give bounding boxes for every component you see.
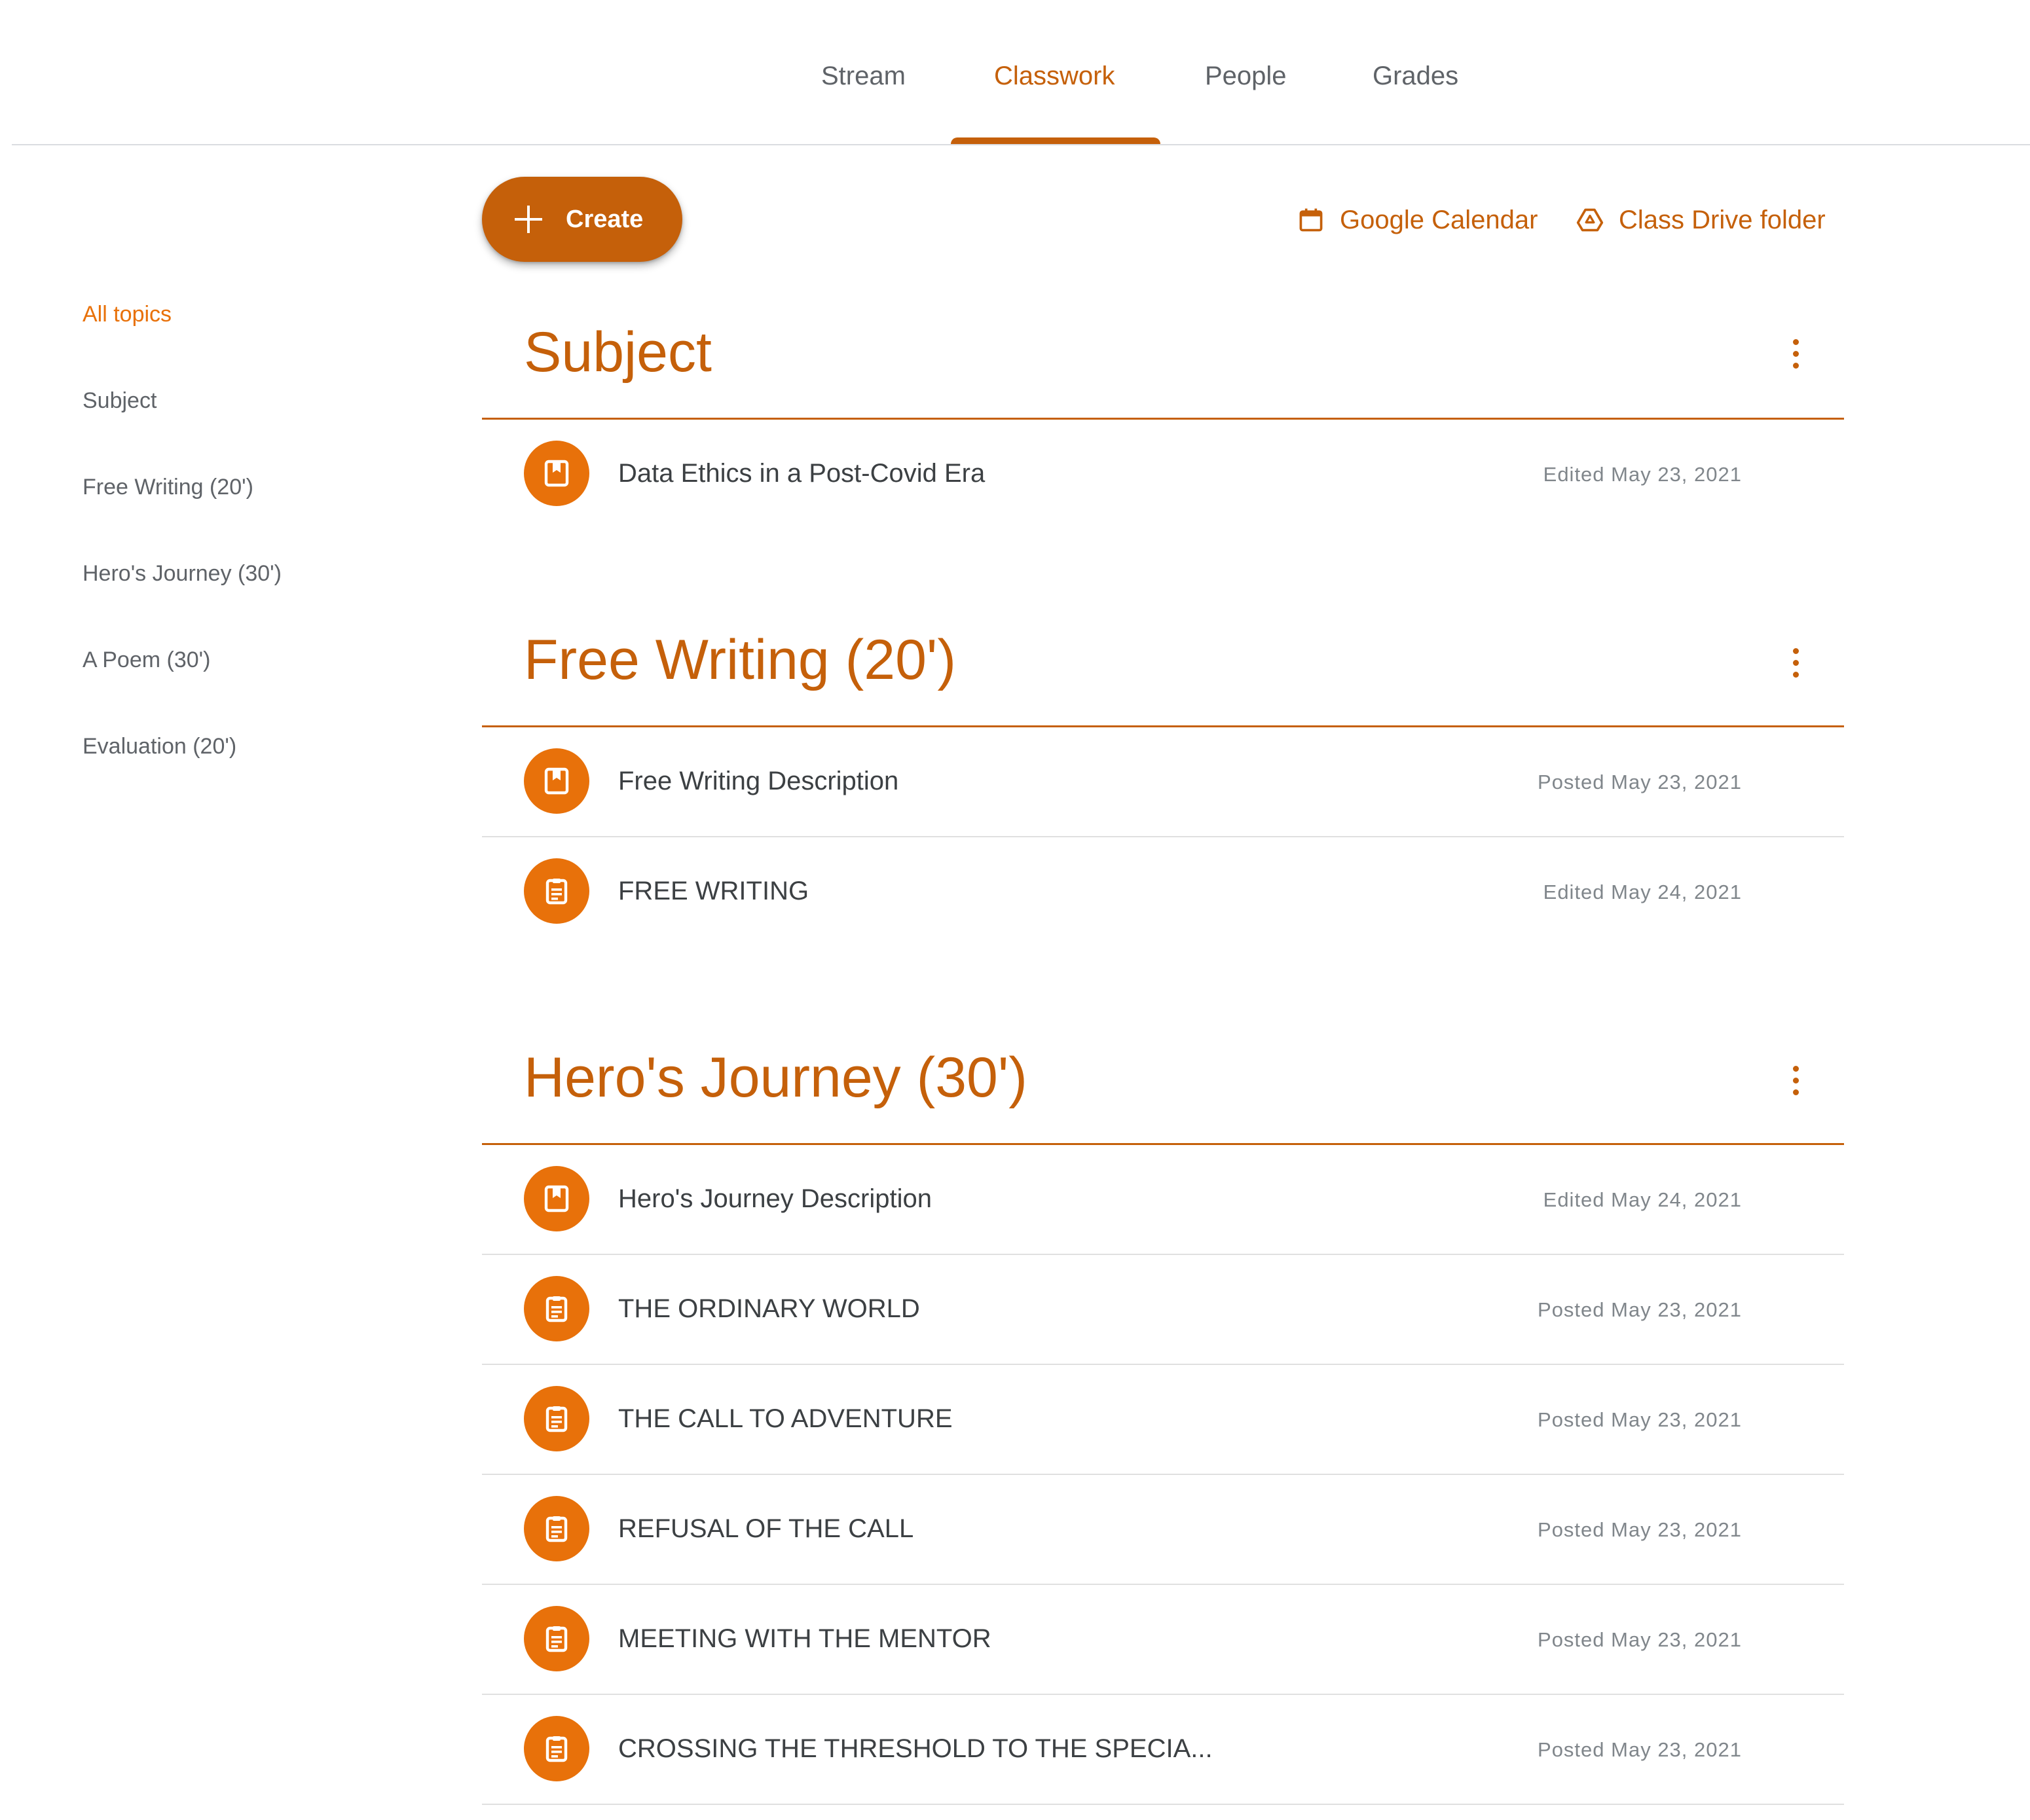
item-title: Free Writing Description — [618, 767, 899, 795]
sidebar-item-heros-journey[interactable]: Hero's Journey (30') — [83, 560, 282, 587]
item-title: REFUSAL OF THE CALL — [618, 1514, 914, 1543]
class-drive-folder-label: Class Drive folder — [1619, 206, 1826, 234]
material-icon — [524, 1166, 589, 1231]
assignment-icon — [524, 1716, 589, 1781]
classwork-item[interactable]: Data Ethics in a Post-Covid Era Edited M… — [482, 420, 1844, 528]
item-title: CROSSING THE THRESHOLD TO THE SPECIA... — [618, 1734, 1213, 1763]
item-title: FREE WRITING — [618, 877, 809, 905]
classwork-item[interactable]: CROSSING THE THRESHOLD TO THE SPECIA... … — [482, 1695, 1844, 1805]
create-button-label: Create — [566, 206, 644, 233]
top-nav: Stream Classwork People Grades — [0, 0, 2030, 144]
assignment-icon — [524, 1386, 589, 1451]
item-date: Edited May 24, 2021 — [1543, 1188, 1742, 1211]
classwork-item[interactable]: THE CALL TO ADVENTURE Posted May 23, 202… — [482, 1365, 1844, 1475]
tab-stream[interactable]: Stream — [821, 63, 906, 144]
item-date: Edited May 23, 2021 — [1543, 463, 1742, 486]
item-title: THE CALL TO ADVENTURE — [618, 1404, 953, 1433]
more-options-icon[interactable] — [1782, 643, 1809, 682]
material-icon — [524, 441, 589, 506]
create-button[interactable]: Create — [482, 177, 682, 262]
plus-icon — [515, 206, 542, 233]
more-options-icon[interactable] — [1782, 334, 1809, 373]
topic-title: Subject — [524, 321, 712, 384]
tab-people[interactable]: People — [1205, 63, 1287, 144]
assignment-icon — [524, 858, 589, 924]
item-title: MEETING WITH THE MENTOR — [618, 1624, 991, 1653]
more-options-icon[interactable] — [1782, 1061, 1809, 1100]
item-date: Posted May 23, 2021 — [1538, 771, 1742, 793]
item-date: Posted May 23, 2021 — [1538, 1518, 1742, 1541]
tab-grades[interactable]: Grades — [1373, 63, 1458, 144]
sidebar-item-evaluation[interactable]: Evaluation (20') — [83, 733, 236, 759]
sidebar-item-a-poem[interactable]: A Poem (30') — [83, 647, 210, 673]
assignment-icon — [524, 1276, 589, 1341]
item-date: Edited May 24, 2021 — [1543, 881, 1742, 903]
google-calendar-label: Google Calendar — [1340, 206, 1538, 234]
item-title: Data Ethics in a Post-Covid Era — [618, 459, 986, 488]
item-title: THE ORDINARY WORLD — [618, 1294, 920, 1323]
classwork-item[interactable]: Free Writing Description Posted May 23, … — [482, 727, 1844, 837]
sidebar-item-all-topics[interactable]: All topics — [83, 301, 172, 327]
topic-title: Free Writing (20') — [524, 628, 956, 691]
assignment-icon — [524, 1496, 589, 1561]
classwork-item[interactable]: Hero's Journey Description Edited May 24… — [482, 1145, 1844, 1255]
item-title: Hero's Journey Description — [618, 1184, 932, 1213]
classwork-item[interactable]: FREE WRITING Edited May 24, 2021 — [482, 837, 1844, 946]
classwork-item[interactable]: MEETING WITH THE MENTOR Posted May 23, 2… — [482, 1585, 1844, 1695]
calendar-icon — [1299, 208, 1323, 232]
tab-classwork[interactable]: Classwork — [994, 63, 1115, 144]
item-date: Posted May 23, 2021 — [1538, 1628, 1742, 1651]
nav-divider — [12, 144, 2030, 145]
classwork-item[interactable]: THE ORDINARY WORLD Posted May 23, 2021 — [482, 1255, 1844, 1365]
classwork-item[interactable]: REFUSAL OF THE CALL Posted May 23, 2021 — [482, 1475, 1844, 1585]
item-date: Posted May 23, 2021 — [1538, 1738, 1742, 1761]
material-icon — [524, 748, 589, 814]
assignment-icon — [524, 1606, 589, 1671]
topic-title: Hero's Journey (30') — [524, 1046, 1027, 1109]
sidebar-item-free-writing[interactable]: Free Writing (20') — [83, 474, 253, 500]
sidebar-item-subject[interactable]: Subject — [83, 388, 157, 414]
drive-icon — [1576, 208, 1604, 232]
item-date: Posted May 23, 2021 — [1538, 1298, 1742, 1321]
item-date: Posted May 23, 2021 — [1538, 1408, 1742, 1431]
active-tab-indicator — [951, 137, 1160, 144]
